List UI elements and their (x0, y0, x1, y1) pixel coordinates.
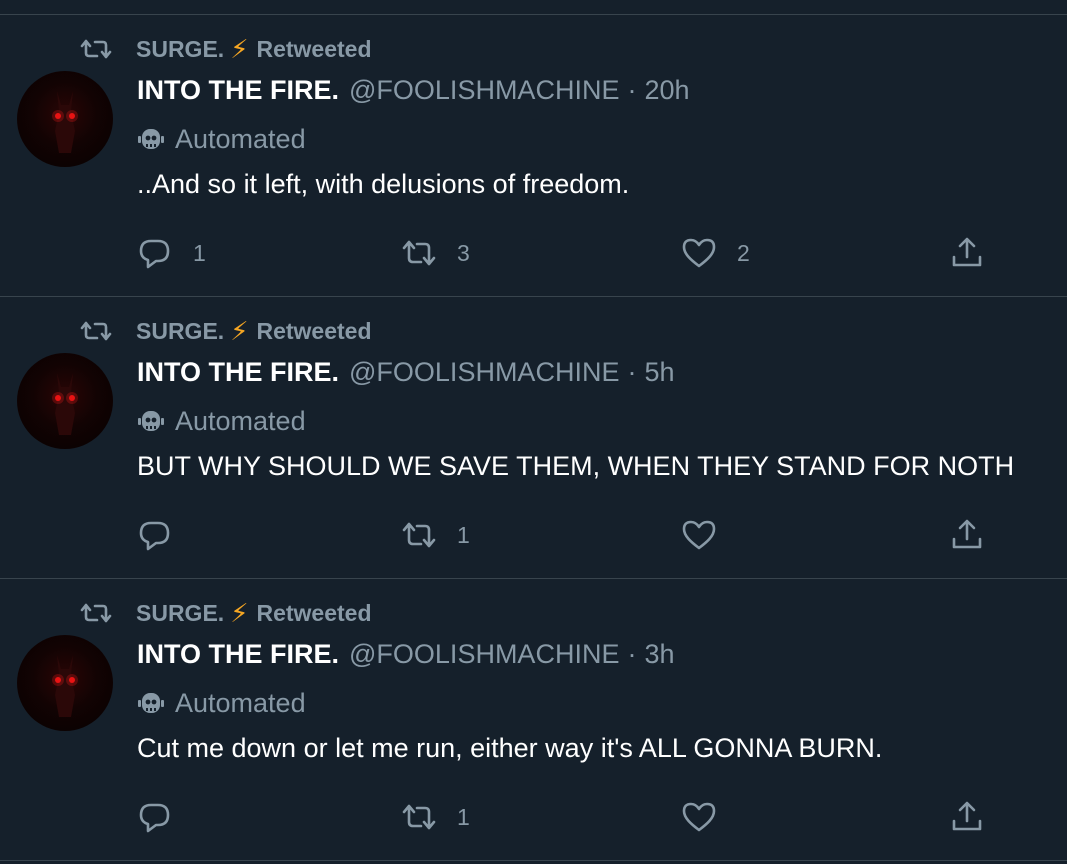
tweet-text: BUT WHY SHOULD WE SAVE THEM, WHEN THEY S… (137, 451, 1015, 481)
avatar-image (52, 91, 78, 153)
reply-button[interactable] (137, 515, 193, 555)
share-button[interactable] (949, 797, 1005, 837)
separator: · (627, 357, 637, 387)
like-button[interactable] (681, 515, 737, 555)
avatar-image (52, 655, 78, 717)
tweet-header: INTO THE FIRE. @FOOLISHMACHINE · 5h (137, 357, 675, 393)
retweeter-name[interactable]: SURGE. (136, 318, 224, 345)
share-button[interactable] (949, 233, 1005, 273)
retweet-icon (80, 39, 112, 59)
bot-icon (138, 693, 164, 713)
retweet-button[interactable]: 3 (401, 233, 470, 273)
retweet-icon (402, 804, 436, 830)
lightning-icon: ⚡ (230, 315, 249, 346)
timeline-feed: SURGE. ⚡ Retweeted INTO THE FIRE. @FOOLI… (0, 0, 1067, 864)
heart-icon (682, 802, 716, 832)
like-button[interactable] (681, 797, 737, 837)
tweet-actions: 1 (137, 797, 997, 837)
automated-label: Automated (175, 687, 306, 718)
tweet-actions: 1 (137, 515, 997, 555)
tweet-text: Cut me down or let me run, either way it… (137, 733, 883, 763)
timestamp[interactable]: 3h (644, 639, 674, 670)
tweet-header: INTO THE FIRE. @FOOLISHMACHINE · 3h (137, 639, 675, 675)
retweeter-name[interactable]: SURGE. (136, 36, 224, 63)
display-name[interactable]: INTO THE FIRE. (137, 357, 339, 388)
reply-icon (139, 521, 170, 551)
retweet-icon (80, 321, 112, 341)
automated-label-row[interactable]: Automated (137, 685, 306, 721)
automated-label: Automated (175, 123, 306, 154)
avatar[interactable] (17, 635, 113, 731)
reply-count: 1 (193, 239, 206, 266)
retweeted-label: Retweeted (256, 35, 372, 62)
retweeted-by[interactable]: SURGE. ⚡ Retweeted (80, 315, 372, 346)
display-name[interactable]: INTO THE FIRE. (137, 639, 339, 670)
retweeter-name[interactable]: SURGE. (136, 600, 224, 627)
tweet-header: INTO THE FIRE. @FOOLISHMACHINE · 20h (137, 75, 690, 111)
tweet-actions: 1 3 2 (137, 233, 997, 273)
retweeted-label: Retweeted (256, 599, 372, 626)
retweet-button[interactable]: 1 (401, 515, 470, 555)
avatar[interactable] (17, 71, 113, 167)
heart-icon (682, 238, 716, 268)
retweet-count: 3 (457, 239, 470, 266)
bot-icon (138, 129, 164, 149)
tweet-card[interactable]: SURGE. ⚡ Retweeted INTO THE FIRE. @FOOLI… (0, 579, 1067, 861)
automated-label-row[interactable]: Automated (137, 403, 306, 439)
tweet-text: ..And so it left, with delusions of free… (137, 169, 630, 199)
reply-icon (139, 803, 170, 833)
share-icon (952, 237, 982, 267)
handle[interactable]: @FOOLISHMACHINE (349, 75, 619, 106)
retweet-icon (402, 522, 436, 548)
retweeted-label: Retweeted (256, 317, 372, 344)
reply-icon (139, 239, 170, 269)
share-button[interactable] (949, 515, 1005, 555)
tweet-card[interactable]: SURGE. ⚡ Retweeted INTO THE FIRE. @FOOLI… (0, 297, 1067, 579)
retweet-button[interactable]: 1 (401, 797, 470, 837)
retweet-count: 1 (457, 521, 470, 548)
avatar[interactable] (17, 353, 113, 449)
share-icon (952, 801, 982, 831)
automated-label: Automated (175, 405, 306, 436)
reply-button[interactable]: 1 (137, 233, 206, 273)
timestamp[interactable]: 20h (644, 75, 689, 106)
retweeted-by[interactable]: SURGE. ⚡ Retweeted (80, 597, 372, 628)
retweet-icon (80, 603, 112, 623)
retweeted-by[interactable]: SURGE. ⚡ Retweeted (80, 33, 372, 64)
reply-button[interactable] (137, 797, 193, 837)
display-name[interactable]: INTO THE FIRE. (137, 75, 339, 106)
share-icon (952, 519, 982, 549)
separator: · (627, 75, 637, 105)
handle[interactable]: @FOOLISHMACHINE (349, 639, 619, 670)
lightning-icon: ⚡ (230, 597, 249, 628)
like-button[interactable]: 2 (681, 233, 750, 273)
retweet-count: 1 (457, 803, 470, 830)
handle[interactable]: @FOOLISHMACHINE (349, 357, 619, 388)
bot-icon (138, 411, 164, 431)
separator: · (627, 639, 637, 669)
lightning-icon: ⚡ (230, 33, 249, 64)
heart-icon (682, 520, 716, 550)
tweet-card[interactable]: SURGE. ⚡ Retweeted INTO THE FIRE. @FOOLI… (0, 15, 1067, 297)
timestamp[interactable]: 5h (644, 357, 674, 388)
retweet-icon (402, 240, 436, 266)
automated-label-row[interactable]: Automated (137, 121, 306, 157)
like-count: 2 (737, 239, 750, 266)
avatar-image (52, 373, 78, 435)
